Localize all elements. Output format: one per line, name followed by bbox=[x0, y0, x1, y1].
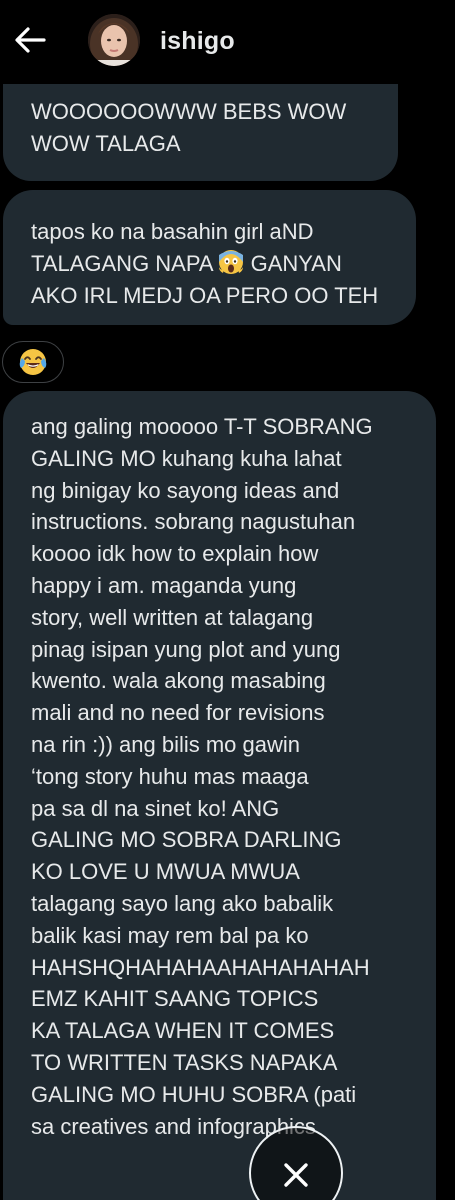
arrow-left-icon[interactable] bbox=[10, 22, 50, 58]
message-text-line: GALING MO SOBRA DARLING bbox=[31, 827, 342, 853]
message-text-line: koooo idk how to explain how bbox=[31, 541, 319, 567]
message-text-line: KA TALAGA WHEN IT COMES bbox=[31, 1018, 335, 1044]
message-text-line: HAHSHQHAHAHAAHAHAHAHAH bbox=[31, 954, 370, 980]
avatar[interactable] bbox=[88, 14, 140, 66]
message-text-line: instructions. sobrang nagustuhan bbox=[31, 509, 356, 535]
message-text-line: WOOOOOOWWW BEBS WOW bbox=[31, 99, 347, 124]
face-screaming-in-fear-icon bbox=[219, 250, 244, 274]
message-text-line: ang galing mooooo T-T SOBRANG bbox=[31, 414, 373, 439]
close-icon bbox=[284, 1163, 308, 1187]
message-text-line: sa creatives and infographics bbox=[31, 1113, 316, 1139]
message-text-line: GALING MO HUHU SOBRA (pati bbox=[31, 1081, 357, 1107]
message-text-line: ‘tong story huhu mas maaga bbox=[31, 763, 309, 789]
message-text-line: happy i am. maganda yung bbox=[31, 572, 297, 598]
face-with-tears-of-joy-icon bbox=[19, 349, 47, 375]
message-text-line: pa sa dl na sinet ko! ANG bbox=[31, 795, 280, 821]
message-bubble[interactable]: WOOOOOOWWW BEBS WOW WOW TALAGA bbox=[3, 84, 398, 181]
message-text-line: ng binigay ko sayong ideas and bbox=[31, 477, 340, 503]
message-text-line: kwento. wala akong masabing bbox=[31, 668, 326, 694]
message-text-line: AKO IRL MEDJ OA PERO OO TEH bbox=[31, 283, 379, 308]
message-bubble[interactable]: ang galing mooooo T-T SOBRANG GALING MO … bbox=[3, 391, 436, 1200]
message-text-line: TALAGANG NAPA GANYAN bbox=[31, 248, 388, 280]
message-text-line: na rin :)) ang bilis mo gawin bbox=[31, 731, 301, 757]
message-text-line: KO LOVE U MWUA MWUA bbox=[31, 859, 300, 885]
message-text-line: pinag isipan yung plot and yung bbox=[31, 636, 341, 662]
message-text-line: story, well written at talagang bbox=[31, 604, 314, 630]
message-text-line: EMZ KAHIT SAANG TOPICS bbox=[31, 986, 319, 1012]
message-text-line: tapos ko na basahin girl aND bbox=[31, 219, 314, 244]
message-text-line: mali and no need for revisions bbox=[31, 700, 325, 726]
message-text-line: WOW TALAGA bbox=[31, 131, 181, 156]
message-text-line: balik kasi may rem bal pa ko bbox=[31, 922, 309, 948]
message-bubble[interactable]: tapos ko na basahin girl aND TALAGANG NA… bbox=[3, 190, 416, 325]
message-text-line: GALING MO kuhang kuha lahat bbox=[31, 445, 342, 471]
conversation-username[interactable]: ishigo bbox=[160, 27, 235, 56]
message-text-line: talagang sayo lang ako babalik bbox=[31, 890, 334, 916]
message-text-segment: GANYAN bbox=[244, 251, 342, 276]
conversation-header: ishigo bbox=[0, 0, 455, 80]
message-text-line: TO WRITTEN TASKS NAPAKA bbox=[31, 1049, 338, 1075]
message-text-segment: TALAGANG NAPA bbox=[31, 251, 219, 276]
avatar-photo bbox=[88, 14, 140, 66]
message-reaction[interactable] bbox=[2, 341, 64, 383]
